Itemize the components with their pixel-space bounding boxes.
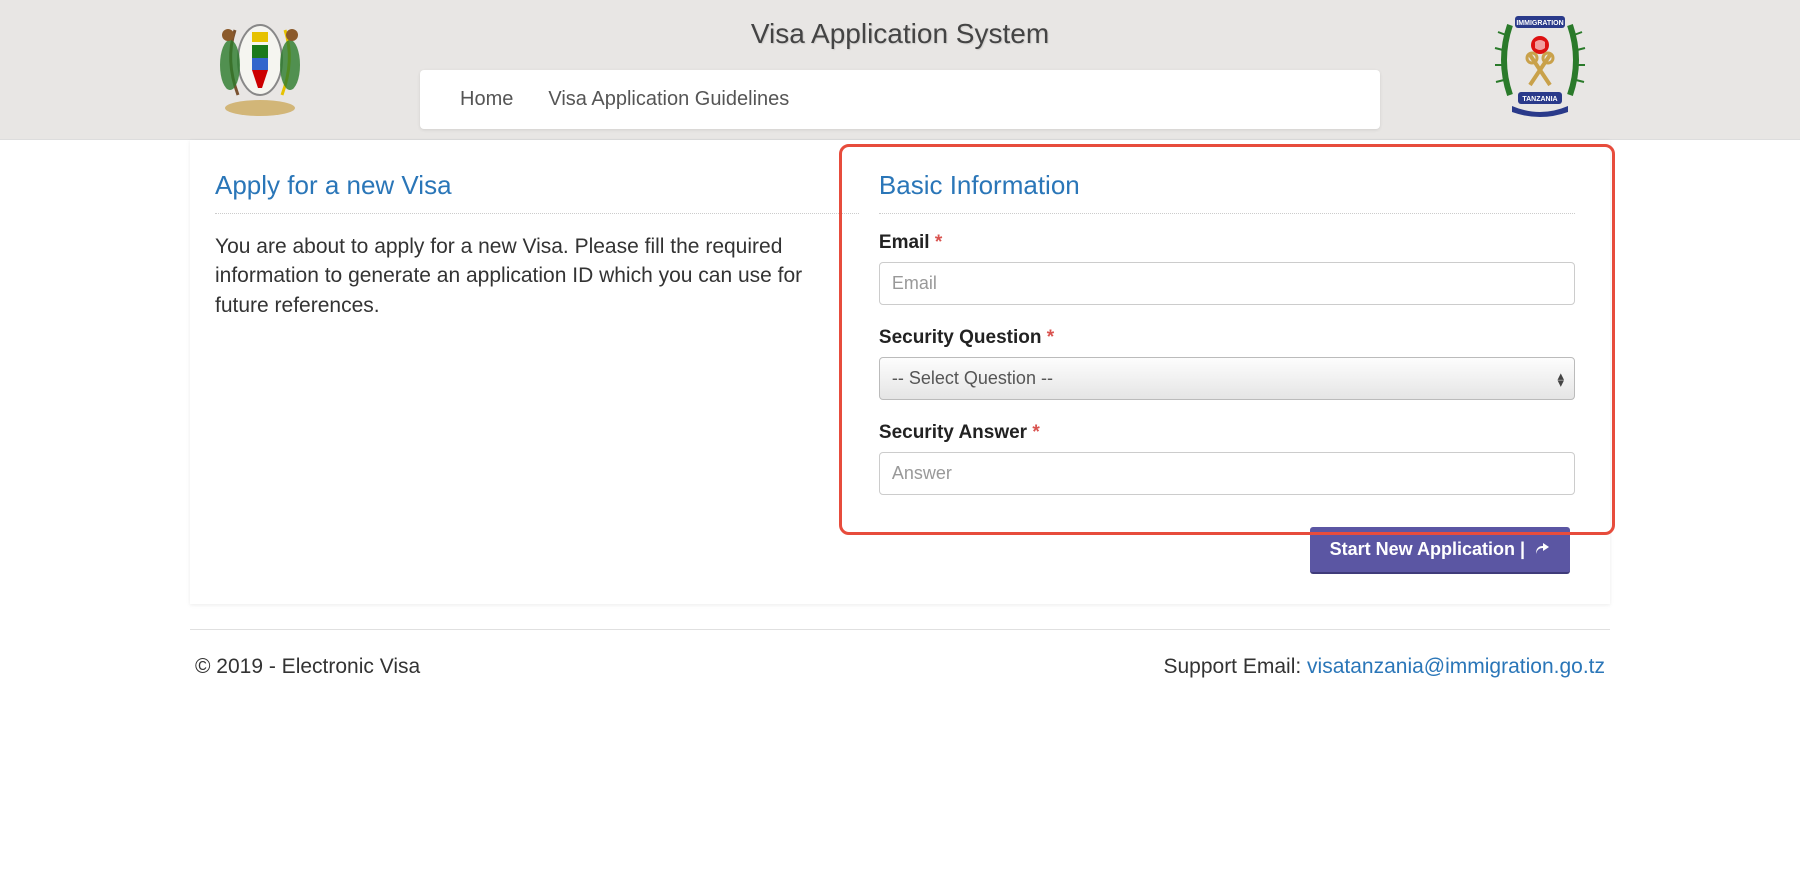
footer: © 2019 - Electronic Visa Support Email: … bbox=[190, 629, 1610, 704]
basic-info-heading: Basic Information bbox=[879, 170, 1575, 214]
security-question-label: Security Question * bbox=[879, 327, 1575, 349]
basic-info-panel: Basic Information Email * Security Quest… bbox=[879, 170, 1585, 517]
apply-info-panel: Apply for a new Visa You are about to ap… bbox=[215, 170, 859, 517]
security-question-selected: -- Select Question -- bbox=[892, 368, 1053, 388]
support-label: Support Email: bbox=[1163, 655, 1307, 678]
footer-support: Support Email: visatanzania@immigration.… bbox=[1163, 655, 1605, 679]
header-bar: Visa Application System IMMIGRATION bbox=[0, 0, 1800, 140]
nav-home[interactable]: Home bbox=[460, 88, 513, 111]
main-card: Apply for a new Visa You are about to ap… bbox=[190, 140, 1610, 604]
footer-copyright: © 2019 - Electronic Visa bbox=[195, 655, 420, 679]
security-answer-label: Security Answer * bbox=[879, 422, 1575, 444]
share-arrow-icon bbox=[1534, 539, 1550, 559]
apply-intro-text: You are about to apply for a new Visa. P… bbox=[215, 232, 859, 320]
button-row: Start New Application | bbox=[215, 517, 1585, 584]
start-button-label: Start New Application | bbox=[1330, 539, 1525, 559]
nav-bar: Home Visa Application Guidelines bbox=[420, 70, 1380, 129]
start-new-application-button[interactable]: Start New Application | bbox=[1310, 527, 1570, 574]
security-question-group: Security Question * -- Select Question -… bbox=[879, 327, 1575, 400]
immigration-logo: IMMIGRATION TANZANIA bbox=[1490, 10, 1590, 120]
security-answer-input[interactable] bbox=[879, 452, 1575, 495]
security-answer-group: Security Answer * bbox=[879, 422, 1575, 495]
email-label: Email * bbox=[879, 232, 1575, 254]
support-email-link[interactable]: visatanzania@immigration.go.tz bbox=[1307, 655, 1605, 678]
svg-text:TANZANIA: TANZANIA bbox=[1522, 96, 1557, 103]
nav-guidelines[interactable]: Visa Application Guidelines bbox=[548, 88, 789, 111]
security-question-select[interactable]: -- Select Question -- ▴▾ bbox=[879, 357, 1575, 400]
svg-text:IMMIGRATION: IMMIGRATION bbox=[1516, 20, 1563, 27]
app-title: Visa Application System bbox=[210, 10, 1590, 50]
email-group: Email * bbox=[879, 232, 1575, 305]
email-input[interactable] bbox=[879, 262, 1575, 305]
select-arrows-icon: ▴▾ bbox=[1557, 372, 1564, 386]
apply-heading: Apply for a new Visa bbox=[215, 170, 859, 214]
coat-of-arms-logo bbox=[210, 10, 310, 120]
